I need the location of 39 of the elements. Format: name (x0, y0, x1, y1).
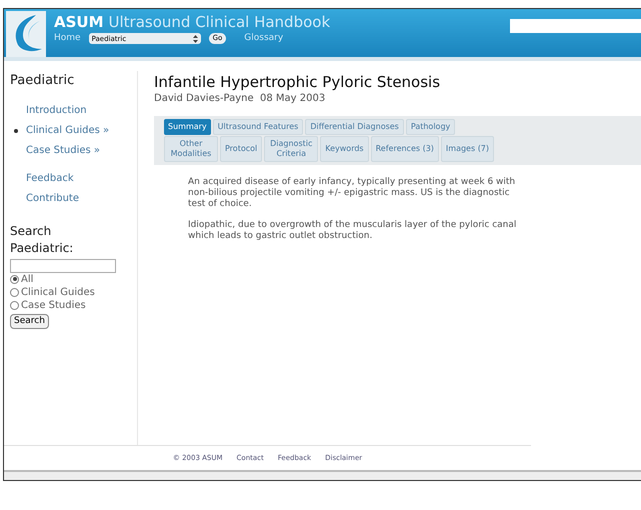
tab[interactable]: Pathology (406, 119, 456, 135)
search-input[interactable] (10, 258, 116, 272)
radio-label: Case Studies (21, 298, 86, 312)
summary-text: non-bilious projectile vomiting +/- epigastric mass. US is the diagnostic (188, 188, 511, 199)
site-title: Ultrasound Clinical Handbook (108, 12, 330, 32)
tab[interactable]: References (3) (370, 136, 439, 162)
radio-button[interactable] (10, 288, 19, 296)
search-field[interactable] (510, 19, 641, 33)
dropdown-arrows-icon (192, 34, 198, 43)
summary-text: An acquired disease of early infancy, typically presenting at week 6 with (188, 177, 516, 188)
summary-text: which leads to gastric outlet obstruction. (188, 231, 374, 242)
tab[interactable]: Keywords (320, 136, 369, 162)
radio-label: All (21, 272, 34, 286)
home-link[interactable]: Home (54, 32, 81, 46)
byline: David Davies-Payne 08 May 2003 (154, 92, 326, 106)
sidebar-link[interactable]: Clinical Guides » (26, 123, 110, 138)
tab[interactable]: Diagnostic Criteria (264, 136, 318, 162)
sidebar-link[interactable]: Feedback (26, 171, 74, 186)
radio-button[interactable] (10, 300, 19, 310)
search-button[interactable]: Search (10, 314, 49, 329)
radio-label: Clinical Guides (21, 286, 95, 298)
tab[interactable]: Images (7) (440, 136, 494, 162)
sidebar-heading: Paediatric (10, 72, 76, 90)
tab[interactable]: Other Modalities (164, 136, 218, 162)
tab[interactable]: Protocol (220, 136, 262, 162)
sidebar-link[interactable]: Introduction (26, 103, 87, 118)
tab[interactable]: Summary (164, 119, 211, 135)
search-heading: Search Paediatric: (10, 222, 74, 256)
summary-text: Idiopathic, due to overgrowth of the muscularis layer of the pyloric canal (188, 220, 518, 231)
logo-icon (6, 11, 46, 57)
article-title: Infantile Hypertrophic Pyloric Stenosis (154, 73, 442, 91)
sidebar-link[interactable]: Case Studies » (26, 143, 100, 158)
radio-button[interactable] (10, 274, 19, 284)
tab[interactable]: Differential Diagnoses (305, 119, 404, 135)
summary-text: test of choice. (188, 199, 253, 210)
tab[interactable]: Ultrasound Features (212, 119, 304, 135)
brand-name: ASUM (54, 12, 104, 32)
glossary-link[interactable]: Glossary (244, 32, 284, 46)
sidebar-link[interactable]: Contribute (26, 191, 80, 206)
